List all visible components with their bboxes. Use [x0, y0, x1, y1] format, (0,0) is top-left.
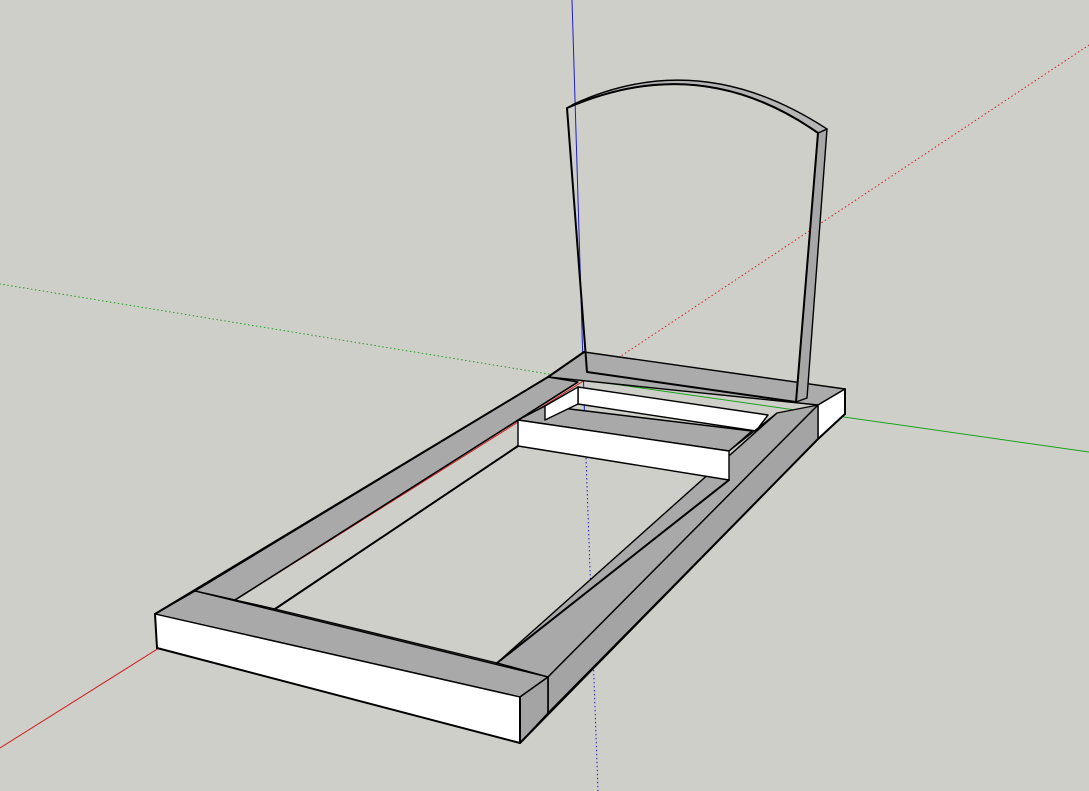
green-axis-negative — [0, 283, 586, 381]
modeling-viewport[interactable] — [0, 0, 1089, 791]
headstone-model[interactable] — [154, 79, 846, 744]
tablet-top-face[interactable] — [566, 79, 828, 134]
scene-canvas[interactable] — [0, 0, 1089, 791]
left-rail-top-face[interactable] — [194, 376, 579, 601]
red-axis-negative — [584, 44, 1089, 381]
tablet-side-face[interactable] — [795, 128, 828, 403]
